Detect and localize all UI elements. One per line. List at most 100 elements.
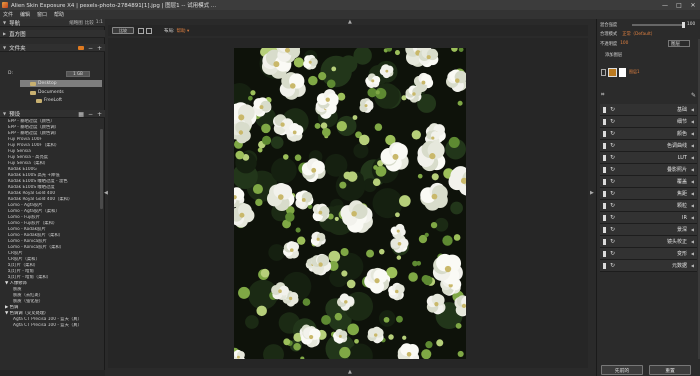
grid-view-icon[interactable]: ▦ [78,111,84,118]
adjustment-panel-header[interactable]: ↻ 景深 ◀ [600,224,697,236]
layer-dropdown[interactable]: 图层 [668,40,690,47]
reset-icon[interactable]: ↻ [610,106,615,113]
adjustment-panel-header[interactable]: ↻ IR ◀ [600,212,697,224]
adjustment-panel-header[interactable]: ↻ 镜头校正 ◀ [600,236,697,248]
blend-dropdown[interactable]: 正常（Default） [622,31,655,37]
drive-row[interactable]: D: 1 GB [8,70,100,77]
panel-toggle-icon[interactable] [603,178,606,185]
adjustment-name: LUT [677,154,687,161]
adjustment-panel-header[interactable]: ↻ 变形 ◀ [600,248,697,260]
preset-item[interactable]: Agfa CT Precisa 100 - 蓝天（真） [5,323,99,329]
left-scrollbar[interactable] [100,129,103,209]
opacity-row: 混合强度 [600,21,617,28]
adjustment-panel-header[interactable]: ↻ 覆盖 ◀ [600,176,697,188]
opacity-value[interactable]: 100 [687,22,695,27]
reset-icon[interactable]: ↻ [610,202,615,209]
add-folder-icon[interactable] [77,46,84,50]
right-collapse-icon[interactable]: ▶ [590,190,594,196]
nav-tab-thumb[interactable]: 缩略图 [69,20,83,26]
panel-toggle-icon[interactable] [603,262,606,269]
remove-icon[interactable]: − [88,111,93,118]
reset-icon[interactable]: ↻ [610,214,615,221]
reset-icon[interactable]: ↻ [610,142,615,149]
close-button[interactable]: ✕ [686,0,700,10]
panel-toggle-icon[interactable] [603,118,606,125]
reset-icon[interactable]: ↻ [610,226,615,233]
nav-header[interactable]: ▼ 导航 缩略图 比较 1:1 [0,19,105,27]
panel-toggle-icon[interactable] [603,226,606,233]
expand-arrow-icon: ◀ [690,119,694,124]
panel-toggle-icon[interactable] [603,250,606,257]
transparency-value[interactable]: 100 [620,41,628,46]
panel-toggle-icon[interactable] [603,106,606,113]
preset-group-label: 人像修饰 [9,281,27,286]
crop-icon[interactable]: ⌗ [601,91,604,99]
folders-header[interactable]: ▼ 文件夹 − + [0,44,105,52]
panel-toggle-icon[interactable] [603,154,606,161]
remove-icon[interactable]: − [88,45,93,52]
panel-toggle-icon[interactable] [603,130,606,137]
menu-help[interactable]: 帮助 [54,11,64,18]
expand-arrow-icon: ◀ [690,203,694,208]
histogram-header[interactable]: ▶ 直方图 [0,30,105,38]
visibility-icon[interactable] [601,68,606,76]
brush-icon[interactable]: ✎ [691,92,696,99]
nav-tab-1to1[interactable]: 1:1 [96,20,103,26]
reset-button[interactable]: 重置 [649,365,691,375]
layer-thumbnail [608,67,617,77]
nav-tab-compare[interactable]: 比较 [85,20,94,26]
panel-toggle-icon[interactable] [603,214,606,221]
adjustment-name: 基础 [676,107,687,113]
previous-button[interactable]: 先前的 [601,365,643,375]
reset-icon[interactable]: ↻ [610,154,615,161]
reset-icon[interactable]: ↻ [610,250,615,257]
panel-toggle-icon[interactable] [603,238,606,245]
adjustment-panel-header[interactable]: ↻ 颗粒 ◀ [600,200,697,212]
reset-icon[interactable]: ↻ [610,238,615,245]
presets-header[interactable]: ▼ 预设 ▦ − + [0,110,105,118]
reset-icon[interactable]: ↻ [610,262,615,269]
panel-toggle-icon[interactable] [603,166,606,173]
layout-dropdown[interactable]: 帮助 ▾ [177,28,190,34]
expand-arrow-icon: ◀ [690,143,694,148]
compare-button[interactable]: 比较 [112,27,134,34]
adjustment-panel-header[interactable]: ↻ 元数据 ◀ [600,260,697,272]
add-icon[interactable]: + [97,111,102,118]
bottom-expand-icon[interactable]: ▲ [348,369,352,375]
menu-window[interactable]: 窗口 [37,11,47,18]
adjustment-panel-header[interactable]: ↻ 细节 ◀ [600,116,697,128]
expand-arrow-icon: ◀ [690,191,694,196]
left-bottom-bar [0,370,105,376]
adjustment-panel-header[interactable]: ↻ 颜色 ◀ [600,128,697,140]
nav-label: 导航 [9,20,21,27]
reset-icon[interactable]: ↻ [610,166,615,173]
view-toolbar: 比较 布局: 帮助 ▾ [108,25,588,36]
reset-icon[interactable]: ↻ [610,118,615,125]
tree-item-desktop[interactable]: Desktop [20,80,102,87]
adjustment-panel-header[interactable]: ↻ 基础 ◀ [600,104,697,116]
add-icon[interactable]: + [97,45,102,52]
window-title: Alien Skin Exposure X4 | pexels-photo-27… [11,3,217,9]
panel-toggle-icon[interactable] [603,142,606,149]
minimize-button[interactable]: — [658,0,672,10]
maximize-button[interactable]: □ [672,0,686,10]
reset-icon[interactable]: ↻ [610,130,615,137]
split-view-icon[interactable] [146,27,152,34]
adjustment-name: 景深 [676,227,687,233]
adjustment-panel-header[interactable]: ↻ 焦距 ◀ [600,188,697,200]
adjustment-panel-header[interactable]: ↻ LUT ◀ [600,152,697,164]
tree-item-documents[interactable]: Documents [30,89,64,96]
reset-icon[interactable]: ↻ [610,190,615,197]
menu-file[interactable]: 文件 [3,11,13,18]
reset-icon[interactable]: ↻ [610,178,615,185]
adjustment-panel-header[interactable]: ↻ 色调曲线 ◀ [600,140,697,152]
opacity-slider-knob[interactable] [682,22,685,28]
adjustment-panel-header[interactable]: ↻ 叠影照片 ◀ [600,164,697,176]
panel-toggle-icon[interactable] [603,190,606,197]
menu-edit[interactable]: 编辑 [20,11,30,18]
single-view-icon[interactable] [138,27,144,34]
tree-item-freeloft[interactable]: FreeLoft [36,97,62,104]
panel-toggle-icon[interactable] [603,202,606,209]
layer-item[interactable]: 图层1 [601,67,696,77]
opacity-slider[interactable] [632,24,684,26]
